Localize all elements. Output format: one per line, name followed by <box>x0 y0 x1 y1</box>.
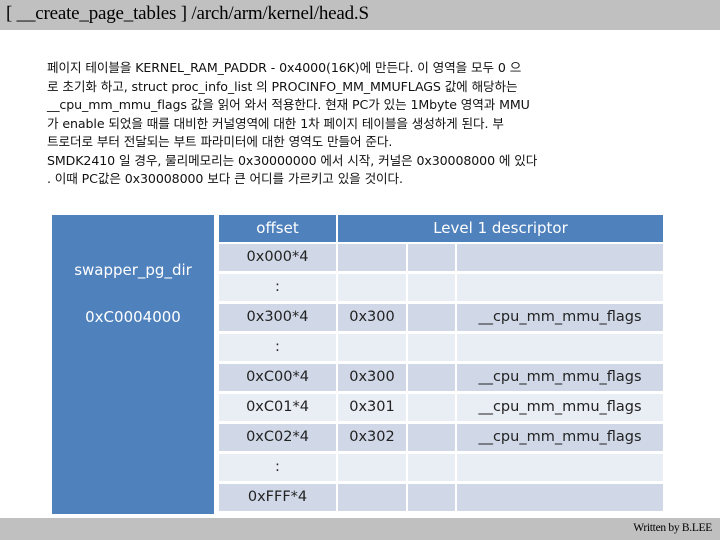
offset-cell: 0x300*4 <box>219 304 336 331</box>
descriptor-header: Level 1 descriptor <box>338 215 663 242</box>
spacer-cell <box>408 364 455 391</box>
flags-cell <box>457 244 663 271</box>
flags-cell <box>457 334 663 361</box>
base-cell <box>338 244 406 271</box>
offset-header: offset <box>219 215 336 242</box>
title-bar: [ __create_page_tables ] /arch/arm/kerne… <box>0 0 720 30</box>
spacer-cell <box>408 454 455 481</box>
description-line: . 이때 PC값은 0x30008000 보다 큰 어디를 가르키고 있을 것이… <box>47 171 403 186</box>
table-row: 0xC01*4 0x301 __cpu_mm_mmu_flags <box>219 394 663 421</box>
base-cell <box>338 484 406 511</box>
spacer-cell <box>408 244 455 271</box>
offset-cell: : <box>219 454 336 481</box>
spacer-cell <box>408 304 455 331</box>
description-line: 로 초기화 하고, struct proc_info_list 의 PROCIN… <box>47 78 518 94</box>
offset-cell: 0xC00*4 <box>219 364 336 391</box>
page-dir-name: swapper_pg_dir <box>74 261 192 279</box>
description-line: __cpu_mm_mmu_flags 값을 읽어 와서 적용한다. 현재 PC가… <box>47 97 530 112</box>
spacer-cell <box>408 484 455 511</box>
base-cell <box>338 334 406 361</box>
flags-cell: __cpu_mm_mmu_flags <box>457 304 663 331</box>
flags-cell: __cpu_mm_mmu_flags <box>457 424 663 451</box>
spacer-cell <box>408 274 455 301</box>
author-credit: Written by B.LEE <box>633 522 712 534</box>
table-row: 0xC02*4 0x302 __cpu_mm_mmu_flags <box>219 424 663 451</box>
base-cell: 0x301 <box>338 394 406 421</box>
flags-cell: __cpu_mm_mmu_flags <box>457 394 663 421</box>
base-cell <box>338 454 406 481</box>
table-row: 0x300*4 0x300 __cpu_mm_mmu_flags <box>219 304 663 331</box>
spacer-cell <box>408 394 455 421</box>
page-dir-label-cell: swapper_pg_dir 0xC0004000 <box>52 215 214 514</box>
offset-cell: 0xFFF*4 <box>219 484 336 511</box>
offset-cell: 0xC01*4 <box>219 394 336 421</box>
table-row: : <box>219 334 663 361</box>
table-row: : <box>219 454 663 481</box>
description-line: 트로더로 부터 전달되는 부트 파라미터에 대한 영역도 만들어 준다. <box>47 134 393 149</box>
table-row: : <box>219 274 663 301</box>
base-cell: 0x300 <box>338 364 406 391</box>
flags-cell <box>457 484 663 511</box>
table-row: 0x000*4 <box>219 244 663 271</box>
spacer-cell <box>408 424 455 451</box>
table-row: 0xC00*4 0x300 __cpu_mm_mmu_flags <box>219 364 663 391</box>
description-line: SMDK2410 일 경우, 물리메모리는 0x30000000 에서 시작, … <box>47 152 538 168</box>
base-cell <box>338 274 406 301</box>
offset-cell: : <box>219 334 336 361</box>
slide-title: [ __create_page_tables ] /arch/arm/kerne… <box>6 3 369 24</box>
spacer-cell <box>408 334 455 361</box>
description-line: 가 enable 되었을 때를 대비한 커널영역에 대한 1차 페이지 테이블을… <box>47 115 504 131</box>
base-cell: 0x302 <box>338 424 406 451</box>
page-dir-address: 0xC0004000 <box>85 308 181 326</box>
footer-bar: Written by B.LEE <box>0 518 720 540</box>
offset-cell: : <box>219 274 336 301</box>
base-cell: 0x300 <box>338 304 406 331</box>
flags-cell: __cpu_mm_mmu_flags <box>457 364 663 391</box>
description-line: 페이지 테이블을 KERNEL_RAM_PADDR - 0x4000(16K)에… <box>47 60 522 75</box>
offset-cell: 0xC02*4 <box>219 424 336 451</box>
flags-cell <box>457 454 663 481</box>
table-row: 0xFFF*4 <box>219 484 663 511</box>
offset-cell: 0x000*4 <box>219 244 336 271</box>
flags-cell <box>457 274 663 301</box>
description-text: 페이지 테이블을 KERNEL_RAM_PADDR - 0x4000(16K)에… <box>47 59 687 189</box>
